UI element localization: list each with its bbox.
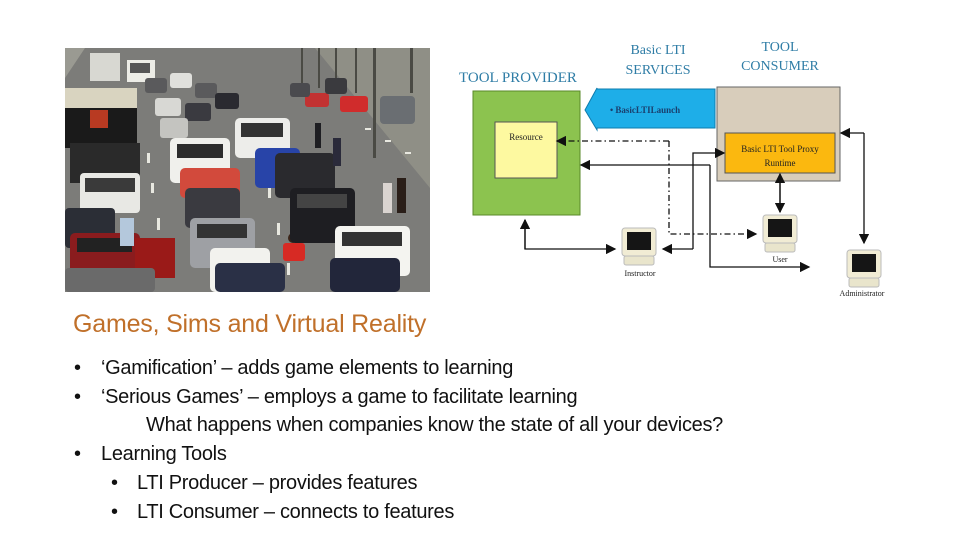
- proxy-label-line2: Runtime: [765, 158, 796, 168]
- bullet-marker: •: [111, 472, 119, 494]
- launch-label: • BasicLTILaunch: [610, 105, 680, 115]
- services-label-line1: Basic LTI: [630, 43, 685, 58]
- bullet-marker: •: [111, 501, 119, 523]
- bullet-marker: •: [74, 386, 82, 408]
- resource-box: [494, 121, 558, 179]
- bullet-lti-producer: LTI Producer – provides features: [137, 472, 418, 494]
- bullet-gamification: ‘Gamification’ – adds game elements to l…: [101, 357, 514, 379]
- bullet-learning-tools: Learning Tools: [101, 443, 227, 465]
- lti-diagram-svg: TOOL PROVIDER Basic LTI SERVICES TOOL CO…: [459, 40, 885, 298]
- provider-to-instructor-arrow: [524, 220, 617, 255]
- tool-consumer-label-line2: CONSUMER: [741, 59, 819, 74]
- bullet-marker: •: [74, 357, 82, 379]
- administrator-computer-icon: [846, 249, 882, 288]
- traffic-jam-photo: [65, 48, 430, 292]
- bullet-marker: •: [74, 443, 82, 465]
- resource-label: Resource: [509, 132, 543, 142]
- bullet-lti-consumer: LTI Consumer – connects to features: [137, 501, 455, 523]
- services-label-line2: SERVICES: [625, 63, 690, 78]
- slide-title: Games, Sims and Virtual Reality: [73, 310, 427, 338]
- tool-provider-label: TOOL PROVIDER: [459, 70, 577, 86]
- user-label: User: [772, 255, 787, 264]
- instructor-label: Instructor: [624, 269, 655, 278]
- tool-consumer-label-line1: TOOL: [761, 40, 798, 55]
- administrator-label: Administrator: [840, 289, 885, 298]
- traffic-photo-graphic: [65, 48, 430, 292]
- bullet-serious-games: ‘Serious Games’ – employs a game to faci…: [101, 386, 578, 408]
- instructor-computer-icon: [621, 227, 657, 266]
- lti-architecture-diagram: TOOL PROVIDER Basic LTI SERVICES TOOL CO…: [450, 30, 900, 300]
- user-computer-icon: [762, 214, 798, 253]
- subtext-devices-question: What happens when companies know the sta…: [146, 414, 723, 436]
- proxy-label-line1: Basic LTI Tool Proxy: [741, 144, 819, 154]
